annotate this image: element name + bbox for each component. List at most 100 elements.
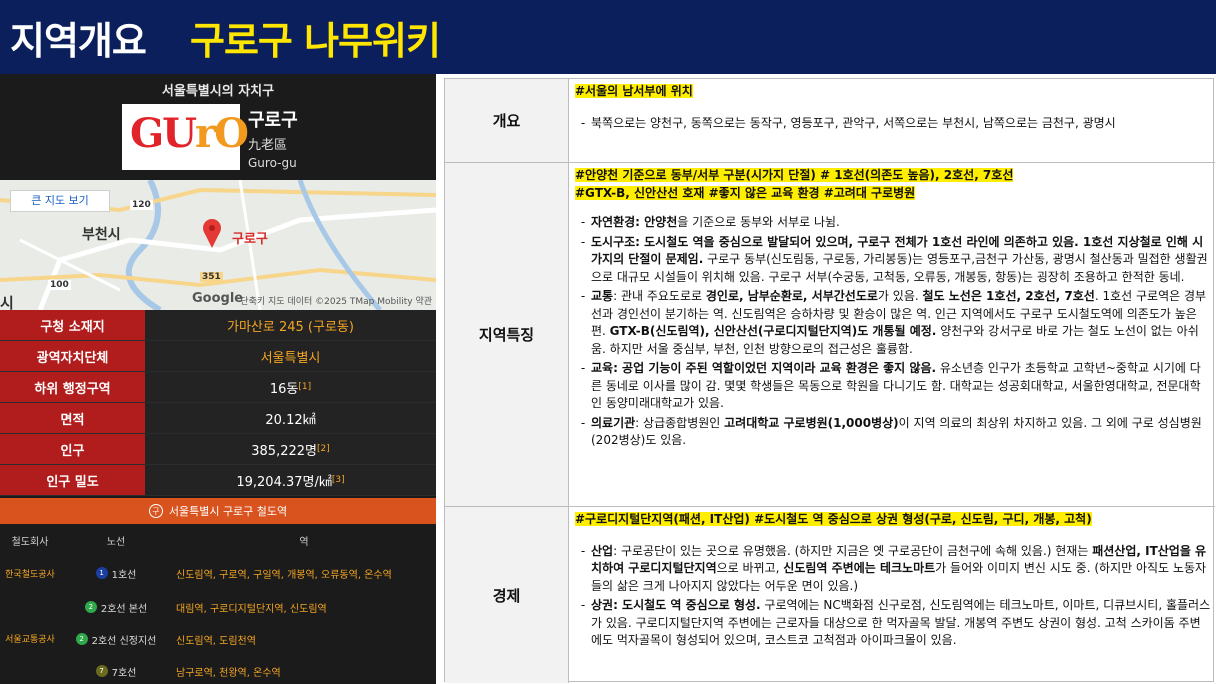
economy-commerce-bold: 상권: 도시철도 역 중심으로 형성. xyxy=(591,598,761,612)
map-label-edge: 시 xyxy=(0,294,14,310)
emblem-gu: GU xyxy=(130,110,197,157)
hashtag-overview: #서울의 남서부에 위치 xyxy=(575,84,693,98)
feature-education-bold: 교육: 공업 기능이 주된 역할이었던 지역이라 교육 환경은 좋지 않음. xyxy=(591,361,937,375)
district-map[interactable]: 큰 지도 보기 부천시 120 100 351 시 구로구 Google 단축키… xyxy=(0,180,436,310)
info-value-link[interactable]: 가마산로 245 (구로동) xyxy=(145,310,436,340)
row-economy: 경제 #구로디지털단지역(패션, IT산업) #도시철도 역 중심으로 상권 형… xyxy=(445,507,1215,683)
rail-line[interactable]: 2 2호선 신정지선 xyxy=(60,624,172,654)
economy-industry-bold-2: 신도림역 주변에는 테크노마트 xyxy=(783,561,936,575)
rail-row: 7 7호선 남구로역, 천왕역, 온수역 xyxy=(0,656,436,684)
row-value-overview: #서울의 남서부에 위치 - 북쪽으로는 양천구, 동쪽으로는 동작구, 영등포구… xyxy=(575,79,1211,162)
row-value-economy: #구로디지털단지역(패션, IT산업) #도시철도 역 중심으로 상권 형성(구… xyxy=(575,512,1211,647)
rail-column-headers: 철도회사 노선 역 xyxy=(0,526,436,554)
hashtag-features-1: #안양천 기준으로 동부/서부 구분(시가지 단절) # 1호선(의존도 높음)… xyxy=(575,168,1014,182)
seoul-logo-icon: 구 xyxy=(148,504,163,518)
info-key: 면적 xyxy=(0,403,145,433)
row-key-overview: 개요 xyxy=(445,79,569,162)
district-name-en: Guro-gu xyxy=(248,156,297,170)
map-road-120: 120 xyxy=(130,200,153,210)
emblem-text: GUrO xyxy=(130,114,249,154)
rail-stations[interactable]: 신도림역, 구로역, 구일역, 개봉역, 오류동역, 온수역 xyxy=(176,558,392,588)
info-value: 16동 [1] xyxy=(145,372,436,402)
footnote-link[interactable]: [2] xyxy=(317,444,330,454)
rail-line-label: 2호선 본선 xyxy=(100,603,148,615)
info-key: 인구 xyxy=(0,434,145,464)
rail-line[interactable]: 2 2호선 본선 xyxy=(60,592,172,622)
row-overview: 개요 #서울의 남서부에 위치 - 북쪽으로는 양천구, 동쪽으로는 동작구, 영… xyxy=(445,79,1215,163)
col-line: 노선 xyxy=(106,536,126,548)
rail-section-title: 서울특별시 구로구 철도역 xyxy=(168,505,288,518)
summary-table-frame: 개요 #서울의 남서부에 위치 - 북쪽으로는 양천구, 동쪽으로는 동작구, 영… xyxy=(444,78,1215,683)
district-name-ko: 구로구 xyxy=(248,110,298,131)
infobox-caption: 서울특별시의 자치구 xyxy=(161,84,275,99)
info-value: 385,222명 [2] xyxy=(145,434,436,464)
rail-line-label: 1호선 xyxy=(111,569,137,581)
overview-bullet: 북쪽으로는 양천구, 동쪽으로는 동작구, 영등포구, 관악구, 서쪽으로는 부… xyxy=(591,115,1116,130)
feature-traffic-label: 교통 xyxy=(591,289,614,303)
feature-medical-text-1: : 상급종합병원인 xyxy=(635,415,725,430)
info-value-link[interactable]: 서울특별시 xyxy=(145,341,436,371)
row-features: 지역특징 #안양천 기준으로 동부/서부 구분(시가지 단절) # 1호선(의존… xyxy=(445,163,1215,507)
map-pin-label: 구로구 xyxy=(232,232,268,247)
feature-traffic-text-1: : 관내 주요도로로 xyxy=(613,289,706,303)
rail-stations[interactable]: 신도림역, 도림천역 xyxy=(176,624,256,654)
footnote-link[interactable]: [1] xyxy=(298,382,311,392)
info-row: 인구 385,222명 [2] xyxy=(0,434,436,465)
line-2-icon: 2 xyxy=(84,601,97,613)
feature-traffic-plans: GTX-B(신도림역), 신안산선(구로디지털단지역)도 개통될 예정. xyxy=(609,324,937,338)
col-operator: 철도회사 xyxy=(11,536,49,548)
col-station: 역 xyxy=(299,536,309,548)
line-2-icon: 2 xyxy=(75,633,88,645)
row-key-economy: 경제 xyxy=(445,507,569,683)
economy-industry-text-1: : 구로공단이 있는 곳으로 유명했음. (하지만 지금은 옛 구로공단이 금천… xyxy=(613,543,1093,558)
row-key-features: 지역특징 xyxy=(445,163,569,506)
feature-traffic-lines: 철도 노선은 1호선, 2호선, 7호선 xyxy=(922,289,1095,303)
large-map-button[interactable]: 큰 지도 보기 xyxy=(10,190,110,212)
rail-stations[interactable]: 남구로역, 천왕역, 온수역 xyxy=(176,656,281,684)
info-value: 20.12㎢ xyxy=(145,403,436,433)
info-row: 면적 20.12㎢ xyxy=(0,403,436,434)
hashtag-features-2: #GTX-B, 신안산선 호재 #좋지 않은 교육 환경 #고려대 구로병원 xyxy=(575,185,916,200)
info-value: 19,204.37명/㎢ [3] xyxy=(145,465,436,495)
rail-row: 1 1호선 신도림역, 구로역, 구일역, 개봉역, 오류동역, 온수역 xyxy=(0,558,436,588)
map-credit[interactable]: 단축키 지도 데이터 ©2025 TMap Mobility 약관 xyxy=(240,294,432,307)
rail-row: 2 2호선 신정지선 신도림역, 도림천역 xyxy=(0,624,436,654)
rail-row: 2 2호선 본선 대림역, 구로디지털단지역, 신도림역 xyxy=(0,592,436,622)
info-row: 구청 소재지 가마산로 245 (구로동) xyxy=(0,310,436,341)
hashtag-economy: #구로디지털단지역(패션, IT산업) #도시철도 역 중심으로 상권 형성(구… xyxy=(575,512,1092,526)
info-key: 하위 행정구역 xyxy=(0,372,145,402)
rail-line-label: 2호선 신정지선 xyxy=(91,635,157,647)
rail-line[interactable]: 1 1호선 xyxy=(60,558,172,588)
feature-medical-hospital: 고려대학교 구로병원(1,000병상) xyxy=(724,415,899,430)
row-value-features: #안양천 기준으로 동부/서부 구분(시가지 단절) # 1호선(의존도 높음)… xyxy=(575,168,1208,447)
emblem-ro: rO xyxy=(195,110,249,157)
info-row: 광역자치단체 서울특별시 xyxy=(0,341,436,372)
map-road-100: 100 xyxy=(48,280,71,290)
info-row: 인구 밀도 19,204.37명/㎢ [3] xyxy=(0,465,436,496)
footnote-link[interactable]: [3] xyxy=(332,475,345,485)
map-label-bucheon: 부천시 xyxy=(82,227,121,243)
feature-traffic-text-2: 가 있음. xyxy=(877,289,923,303)
info-key: 인구 밀도 xyxy=(0,465,145,495)
banner-title-region: 지역개요 xyxy=(10,19,147,63)
rail-stations[interactable]: 대림역, 구로디지털단지역, 신도림역 xyxy=(176,592,327,622)
rail-line-label: 7호선 xyxy=(111,667,137,679)
economy-industry-text-2: 으로 바뀌고, xyxy=(716,561,784,575)
feature-medical-label: 의료기관 xyxy=(591,415,636,430)
line-7-icon: 7 xyxy=(95,665,108,677)
banner-title-wiki: 구로구 나무위키 xyxy=(190,19,441,63)
map-road-351: 351 xyxy=(200,272,223,282)
info-key: 구청 소재지 xyxy=(0,310,145,340)
feature-traffic-roads: 경인로, 남부순환로, 서부간선도로 xyxy=(705,289,878,303)
wiki-infobox: 서울특별시의 자치구 GUrO 구로구 九老區 Guro-gu 큰 지도 보기 … xyxy=(0,74,436,684)
summary-table: 개요 #서울의 남서부에 위치 - 북쪽으로는 양천구, 동쪽으로는 동작구, 영… xyxy=(444,78,1216,684)
rail-section-header[interactable]: 구 서울특별시 구로구 철도역 xyxy=(0,498,436,524)
info-key: 광역자치단체 xyxy=(0,341,145,371)
title-banner: 지역개요 구로구 나무위키 xyxy=(0,0,1216,74)
info-row: 하위 행정구역 16동 [1] xyxy=(0,372,436,403)
line-1-icon: 1 xyxy=(95,567,108,579)
district-name-hanja: 九老區 xyxy=(248,138,288,153)
info-table: 구청 소재지 가마산로 245 (구로동) 광역자치단체 서울특별시 하위 행정… xyxy=(0,310,436,496)
google-logo: Google xyxy=(192,291,244,306)
rail-line[interactable]: 7 7호선 xyxy=(60,656,172,684)
